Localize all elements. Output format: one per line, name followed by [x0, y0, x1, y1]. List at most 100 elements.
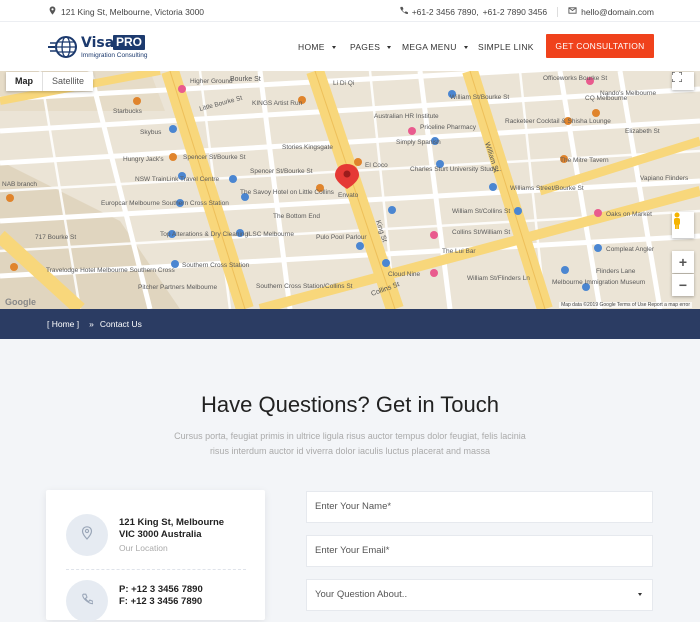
topbar-email[interactable]: hello@domain.com — [581, 7, 654, 17]
map-label: Higher Ground — [190, 78, 233, 85]
map-label: Racketeer Cocktail & Shisha Lounge — [505, 118, 611, 125]
map-label: Stories Kingsgate — [282, 144, 333, 151]
poi-pin[interactable] — [408, 127, 416, 135]
map-label: The Savoy Hotel on Little Collins — [240, 189, 335, 196]
poi-pin[interactable] — [561, 266, 569, 274]
address-line-2: VIC 3000 Australia — [119, 529, 202, 540]
topbar-phone-1[interactable]: +61-2 3456 7890, — [412, 7, 479, 17]
breadcrumb: [ Home ] » Contact Us — [47, 319, 142, 329]
map-label: Hungry Jack's — [123, 156, 164, 163]
map-label: Compleat Angler — [606, 246, 655, 253]
map-label: ILSC Melbourne — [247, 231, 294, 238]
nav-simple-link-label: SIMPLE LINK — [478, 42, 534, 52]
topbar-address: 121 King St, Melbourne, Victoria 3000 — [61, 6, 205, 17]
brand-logo[interactable]: Visa PRO Immigration Consulting — [46, 34, 148, 60]
map-label: Travelodge Hotel Melbourne Southern Cros… — [46, 267, 175, 274]
poi-pin[interactable] — [169, 153, 177, 161]
map-label: Cloud Nine — [388, 271, 421, 278]
fax-line: F: +12 3 3456 7890 — [119, 596, 203, 607]
map-label: Europcar Melbourne Southern Cross Statio… — [101, 200, 229, 207]
map-label: Li Di Qi — [333, 80, 354, 87]
chevron-down-icon — [638, 593, 642, 596]
email-field[interactable]: Enter Your Email* — [306, 535, 653, 567]
poi-pin[interactable] — [430, 231, 438, 239]
nav-mega-menu[interactable]: MEGA MENU — [402, 42, 468, 52]
map-label: Envato — [338, 192, 359, 199]
poi-pin[interactable] — [6, 194, 14, 202]
nav-pages-label: PAGES — [350, 42, 381, 52]
poi-pin[interactable] — [229, 175, 237, 183]
get-consultation-button[interactable]: GET CONSULTATION — [546, 34, 654, 58]
address-caption: Our Location — [119, 543, 168, 553]
poi-pin[interactable] — [592, 109, 600, 117]
intro-text: Cursus porta, feugiat primis in ultrice … — [174, 431, 526, 456]
map-canvas[interactable]: Collins St King St William St Bourke St — [0, 71, 700, 309]
map-label: Pulo Pool Parlour — [316, 234, 367, 241]
map-label: Australian HR Institute — [374, 113, 439, 120]
chevron-down-icon — [463, 45, 468, 49]
zoom-out-button[interactable]: − — [672, 274, 694, 296]
nav-home[interactable]: HOME — [298, 42, 336, 52]
phone-line[interactable]: P: +12 3 3456 7890 — [119, 584, 203, 596]
map-label: Priceline Pharmacy — [420, 124, 477, 131]
name-field[interactable]: Enter Your Name* — [306, 491, 653, 523]
poi-pin[interactable] — [354, 158, 362, 166]
fullscreen-button[interactable] — [672, 72, 694, 90]
location-circle — [66, 514, 108, 556]
envelope-icon — [568, 6, 577, 17]
poi-pin[interactable] — [133, 97, 141, 105]
street-view-pegman[interactable] — [672, 212, 694, 238]
map-label: Williams Street/Bourke St — [510, 185, 584, 192]
question-select-label: Your Question About.. — [315, 589, 408, 600]
map-label: KINGS Artist Run — [252, 100, 303, 107]
map-label: Melbourne Immigration Museum — [552, 279, 645, 286]
chevron-down-icon — [331, 45, 336, 49]
map-attribution[interactable]: Map data ©2019 Google Terms of Use Repor… — [559, 302, 692, 308]
map-label: NAB branch — [2, 181, 37, 188]
poi-pin[interactable] — [178, 85, 186, 93]
chevron-down-icon — [387, 45, 392, 49]
google-map[interactable]: Collins St King St William St Bourke St — [0, 71, 700, 309]
contact-info-card: 121 King St, Melbourne VIC 3000 Australi… — [46, 490, 265, 622]
map-label: NSW TrainLink Travel Centre — [135, 176, 220, 183]
map-label: Collins St/William St — [452, 229, 510, 236]
poi-pin[interactable] — [514, 207, 522, 215]
breadcrumb-home[interactable]: [ Home ] — [47, 319, 79, 329]
poi-pin[interactable] — [382, 259, 390, 267]
map-label: William St/Flinders Ln — [467, 275, 530, 282]
nav-mega-menu-label: MEGA MENU — [402, 42, 457, 52]
map-label-bourke-st: Bourke St — [230, 76, 261, 83]
poi-pin[interactable] — [388, 206, 396, 214]
map-label: Top Alterations & Dry Cleaning — [160, 231, 249, 238]
map-label: Spencer St/Bourke St — [183, 154, 246, 161]
top-info-bar: 121 King St, Melbourne, Victoria 3000 +6… — [0, 0, 700, 22]
map-label: Skybus — [140, 129, 162, 136]
topbar-divider — [557, 6, 559, 17]
poi-pin[interactable] — [430, 269, 438, 277]
map-tab-map[interactable]: Map — [6, 72, 42, 91]
map-label: Officeworks Bourke St — [543, 75, 607, 82]
map-label: El Coco — [365, 162, 388, 169]
poi-pin[interactable] — [594, 244, 602, 252]
map-label: The Bottom End — [273, 213, 320, 220]
poi-pin[interactable] — [169, 125, 177, 133]
nav-pages[interactable]: PAGES — [350, 42, 392, 52]
map-tab-satellite[interactable]: Satellite — [42, 72, 93, 91]
map-label: Charles Sturt University Study... — [410, 166, 502, 173]
map-marker-icon — [81, 525, 93, 545]
question-select[interactable]: Your Question About.. — [306, 579, 653, 611]
nav-simple-link[interactable]: SIMPLE LINK — [478, 42, 534, 52]
zoom-in-button[interactable]: + — [672, 251, 694, 273]
phone-circle — [66, 580, 108, 622]
phone-icon — [399, 6, 408, 17]
poi-pin[interactable] — [489, 183, 497, 191]
map-label: Southern Cross Station — [182, 262, 250, 269]
topbar-phone-2[interactable]: +61-2 7890 3456 — [483, 7, 548, 17]
poi-pin[interactable] — [594, 209, 602, 217]
map-label: 717 Bourke St — [35, 234, 76, 241]
poi-pin[interactable] — [10, 263, 18, 271]
address-line-1: 121 King St, Melbourne — [119, 517, 225, 528]
brand-tagline: Immigration Consulting — [81, 52, 148, 59]
map-label: William St/Bourke St — [450, 94, 509, 101]
poi-pin[interactable] — [356, 242, 364, 250]
